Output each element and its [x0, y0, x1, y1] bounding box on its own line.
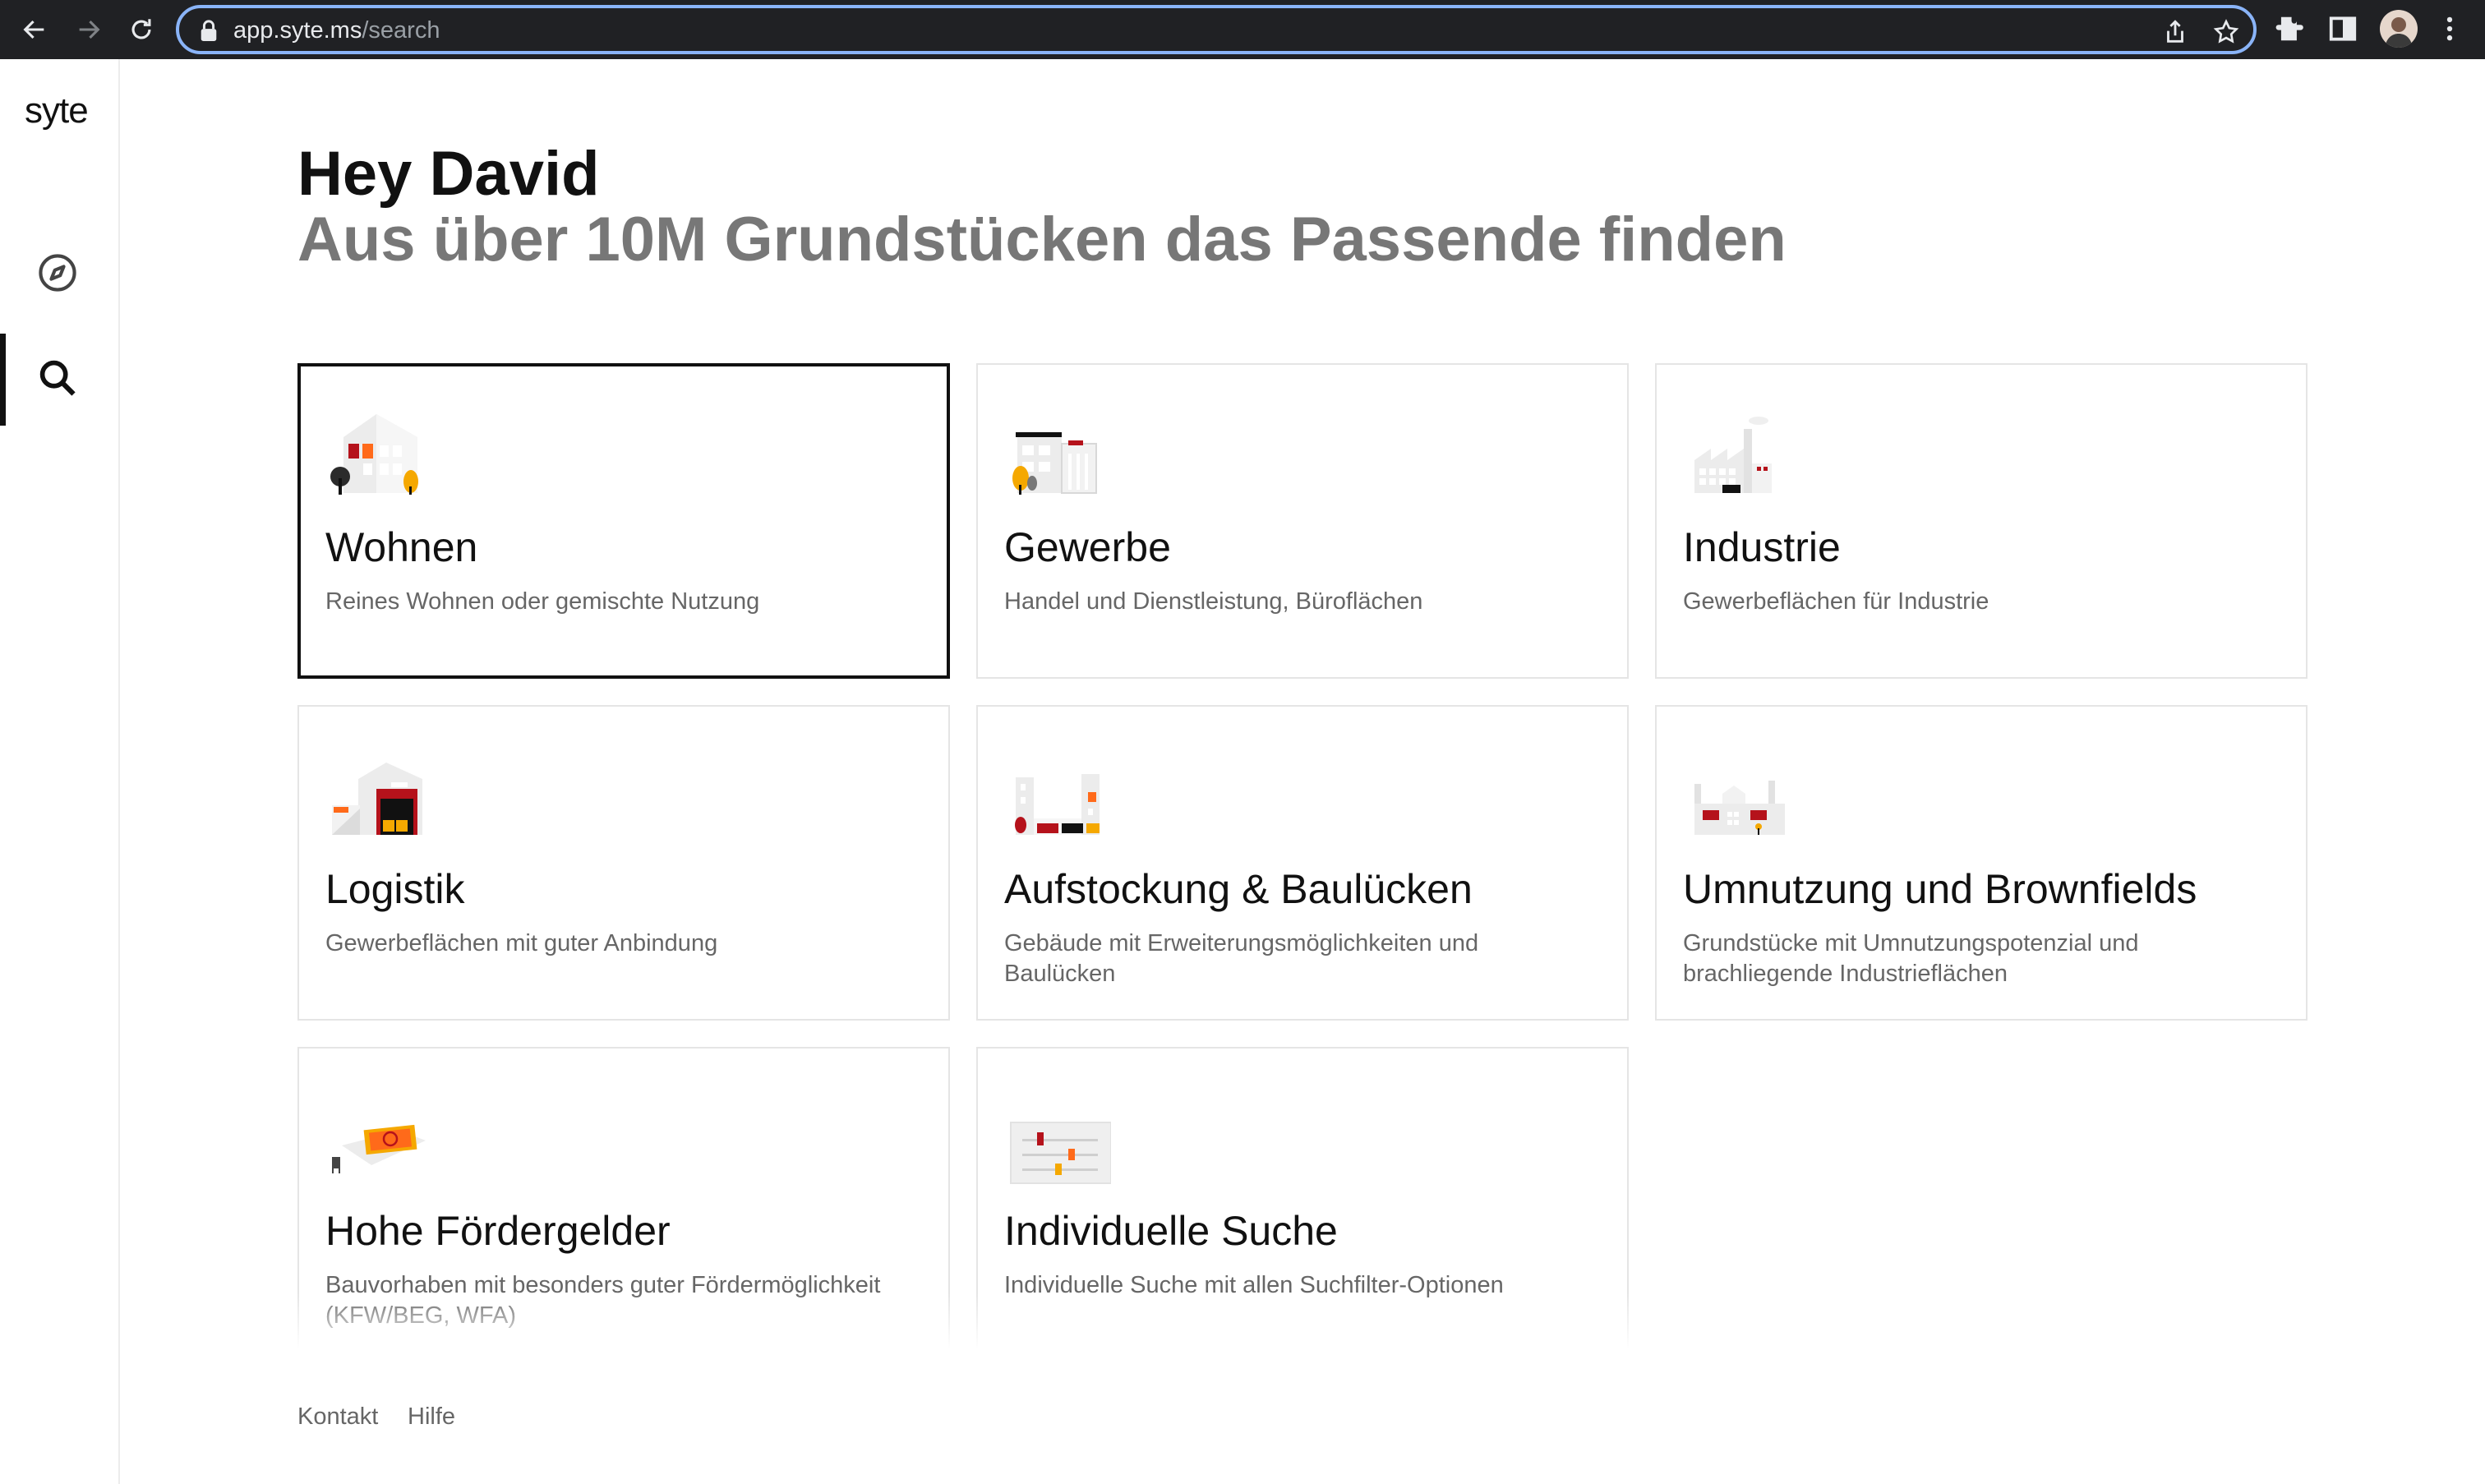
side-panel-icon[interactable]: [2327, 13, 2358, 44]
category-card-industrie[interactable]: Industrie Gewerbeflächen für Industrie: [1655, 363, 2308, 679]
card-description: Individuelle Suche mit allen Suchfilter-…: [1004, 1272, 1504, 1298]
extensions-puzzle-icon[interactable]: [2275, 13, 2306, 44]
footer-link-kontakt[interactable]: Kontakt: [297, 1402, 378, 1431]
footer-link-hilfe[interactable]: Hilfe: [408, 1402, 455, 1431]
reload-icon: [131, 19, 151, 39]
card-title: Hohe Fördergelder: [325, 1208, 671, 1254]
category-card-foerdergelder[interactable]: Hohe Fördergelder Bauvorhaben mit besond…: [297, 1047, 950, 1359]
category-card-gewerbe[interactable]: Gewerbe Handel und Dienstleistung, Bürof…: [976, 363, 1629, 679]
card-description: Gewerbeflächen für Industrie: [1683, 588, 1989, 615]
card-title: Aufstockung & Baulücken: [1004, 866, 1473, 912]
search-icon[interactable]: [36, 357, 79, 399]
card-description: Grundstücke mit Umnutzungspotenzial und …: [1683, 930, 2139, 987]
greeting-title: Hey David: [297, 139, 600, 209]
url-text: app.syte.ms/search: [233, 17, 440, 44]
share-icon[interactable]: [2161, 18, 2189, 46]
warehouse-icon: [332, 763, 422, 835]
back-button[interactable]: [16, 12, 53, 48]
arrow-right-icon: [79, 20, 100, 39]
category-card-wohnen[interactable]: Wohnen Reines Wohnen oder gemischte Nutz…: [297, 363, 950, 679]
card-description: Bauvorhaben mit besonders guter Fördermö…: [325, 1272, 881, 1329]
card-description: Gewerbeflächen mit guter Anbindung: [325, 930, 718, 956]
card-title: Industrie: [1683, 524, 1841, 570]
arrow-left-icon: [23, 20, 44, 39]
card-title: Gewerbe: [1004, 524, 1171, 570]
more-menu-icon[interactable]: [2434, 13, 2465, 44]
building-gap-icon: [1015, 774, 1100, 835]
lock-icon: [201, 20, 217, 41]
address-bar[interactable]: app.syte.ms/search: [176, 5, 2257, 54]
residential-building-icon: [330, 414, 418, 495]
bookmark-star-icon[interactable]: [2212, 18, 2240, 46]
browser-toolbar: app.syte.ms/search: [0, 0, 2485, 59]
avatar-image: [2385, 17, 2413, 48]
card-description: Reines Wohnen oder gemischte Nutzung: [325, 588, 760, 615]
reload-button[interactable]: [123, 12, 159, 48]
compass-icon[interactable]: [36, 251, 79, 294]
card-title: Individuelle Suche: [1004, 1208, 1338, 1254]
page-subtitle: Aus über 10M Grundstücken das Passende f…: [297, 205, 1787, 274]
app-logo[interactable]: syte: [25, 90, 89, 131]
card-title: Logistik: [325, 866, 465, 912]
profile-avatar[interactable]: [2380, 10, 2418, 48]
category-card-individuelle-suche[interactable]: Individuelle Suche Individuelle Suche mi…: [976, 1047, 1629, 1359]
brownfield-icon: [1694, 781, 1785, 835]
category-card-logistik[interactable]: Logistik Gewerbeflächen mit guter Anbind…: [297, 705, 950, 1021]
office-building-icon: [1012, 432, 1097, 495]
factory-icon: [1694, 417, 1772, 493]
filter-sliders-icon: [1010, 1122, 1111, 1184]
funding-money-icon: [332, 1124, 426, 1173]
category-card-aufstockung[interactable]: Aufstockung & Baulücken Gebäude mit Erwe…: [976, 705, 1629, 1021]
card-description: Gebäude mit Erweiterungsmöglichkeiten un…: [1004, 930, 1479, 987]
card-title: Umnutzung und Brownfields: [1683, 866, 2197, 912]
card-description: Handel und Dienstleistung, Büroflächen: [1004, 588, 1423, 615]
sidebar: syte: [0, 59, 120, 1484]
forward-button[interactable]: [71, 12, 107, 48]
category-card-umnutzung[interactable]: Umnutzung und Brownfields Grundstücke mi…: [1655, 705, 2308, 1021]
sidebar-active-indicator: [0, 334, 6, 426]
card-title: Wohnen: [325, 524, 478, 570]
